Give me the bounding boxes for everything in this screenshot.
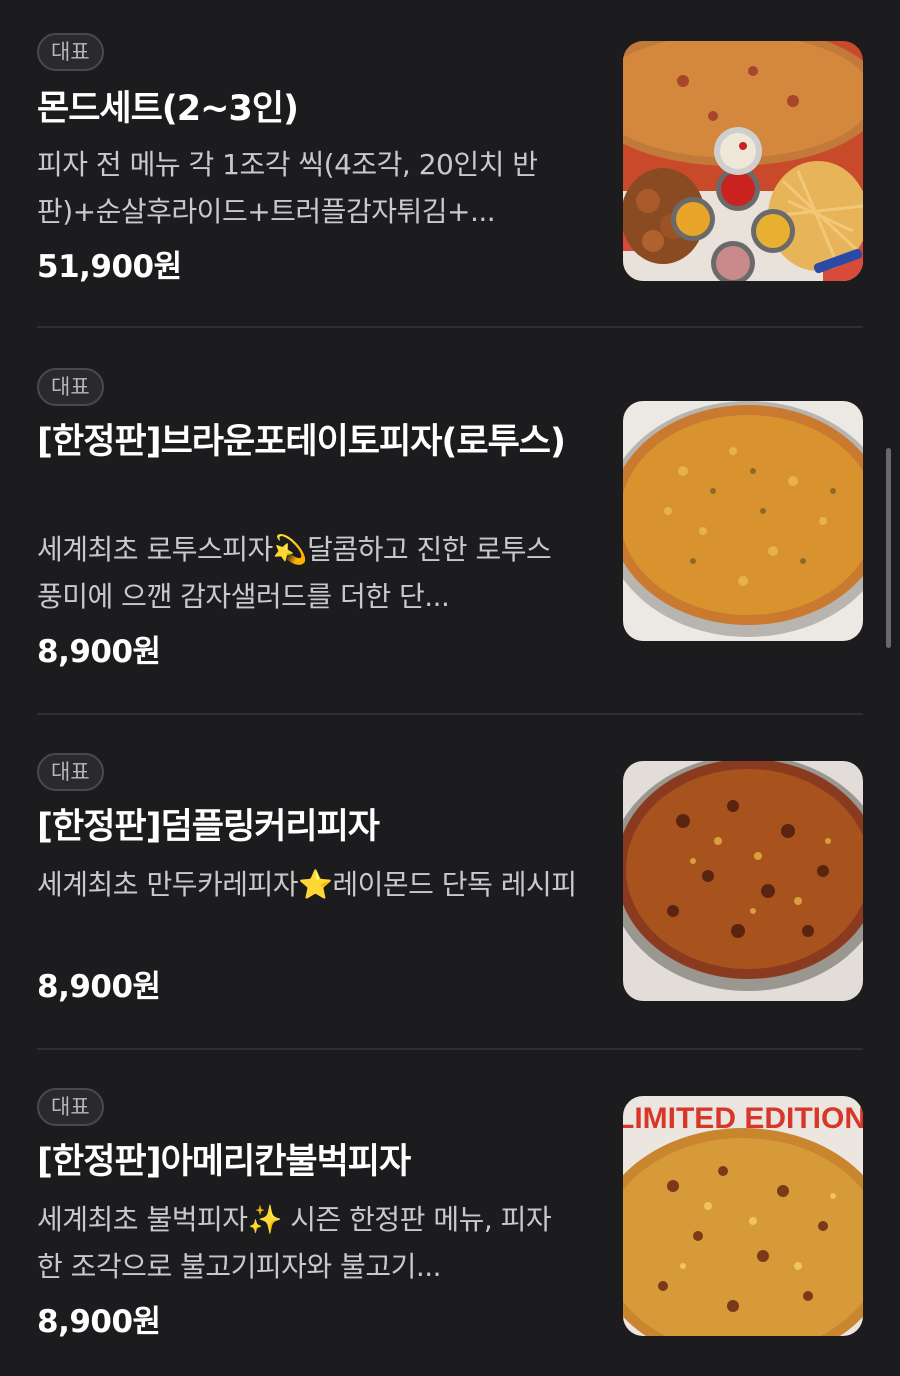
divider: [37, 326, 863, 328]
menu-item-dumpling-curry-pizza[interactable]: 대표 [한정판]덤플링커리피자 세계최초 만두카레피자⭐레이몬드 단독 레시피 …: [37, 753, 863, 1013]
divider: [37, 713, 863, 715]
menu-item-price: 8,900원: [37, 1304, 161, 1340]
featured-badge: 대표: [37, 753, 104, 791]
scrollbar[interactable]: [886, 448, 891, 648]
menu-item-price: 8,900원: [37, 969, 161, 1005]
divider: [37, 1048, 863, 1050]
potato-pizza-photo-icon[interactable]: [623, 401, 863, 641]
menu-item-price: 8,900원: [37, 634, 161, 670]
menu-item-mond-set[interactable]: 대표 몬드세트(2~3인) 피자 전 메뉴 각 1조각 씩(4조각, 20인치 …: [37, 33, 863, 293]
menu-item-brown-potato-pizza[interactable]: 대표 [한정판]브라운포테이토피자(로투스) 세계최초 로투스피자💫달콤하고 진…: [37, 368, 863, 678]
featured-badge: 대표: [37, 368, 104, 406]
menu-item-description: 세계최초 만두카레피자⭐레이몬드 단독 레시피: [37, 868, 577, 901]
menu-list: 대표 몬드세트(2~3인) 피자 전 메뉴 각 1조각 씩(4조각, 20인치 …: [0, 0, 900, 1376]
bulgogi-pizza-photo-icon[interactable]: LIMITED EDITION: [623, 1096, 863, 1336]
menu-item-description: 세계최초 로투스피자💫달콤하고 진한 로투스 풍미에 으깬 감자샐러드를 더한 …: [37, 533, 552, 613]
curry-pizza-photo-icon[interactable]: [623, 761, 863, 1001]
menu-item-name: [한정판]덤플링커리피자: [37, 807, 380, 847]
menu-item-name: [한정판]브라운포테이토피자(로투스): [37, 422, 566, 462]
menu-item-name: [한정판]아메리칸불벅피자: [37, 1142, 411, 1182]
menu-item-description: 피자 전 메뉴 각 1조각 씩(4조각, 20인치 반판)+순살후라이드+트러플…: [37, 148, 538, 228]
pizza-set-photo-icon[interactable]: [623, 41, 863, 281]
featured-badge: 대표: [37, 33, 104, 71]
menu-item-name: 몬드세트(2~3인): [37, 89, 299, 129]
menu-item-price: 51,900원: [37, 249, 182, 285]
menu-item-american-bulbuk-pizza[interactable]: 대표 [한정판]아메리칸불벅피자 세계최초 불벅피자✨ 시즌 한정판 메뉴, 피…: [37, 1088, 863, 1348]
featured-badge: 대표: [37, 1088, 104, 1126]
menu-item-description: 세계최초 불벅피자✨ 시즌 한정판 메뉴, 피자 한 조각으로 불고기피자와 불…: [37, 1203, 552, 1283]
